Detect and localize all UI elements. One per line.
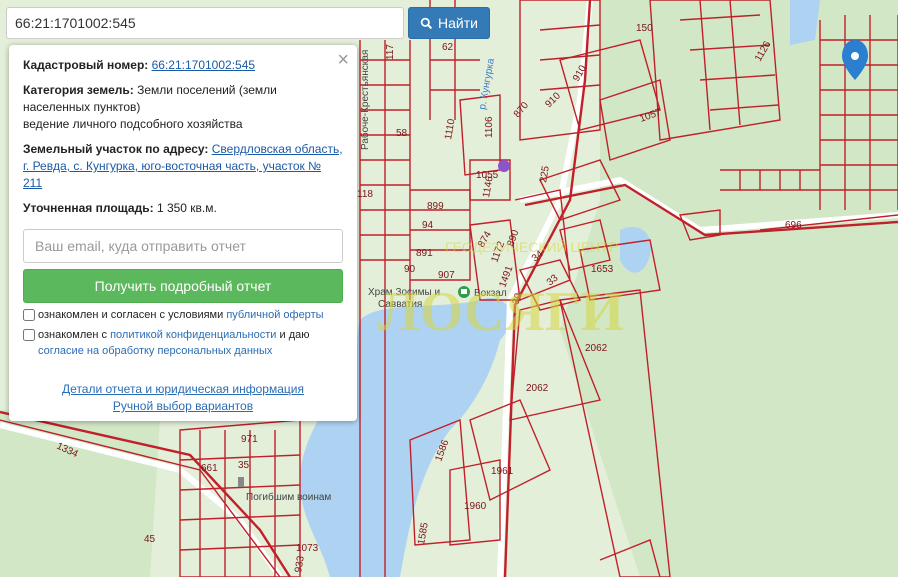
panel-bottom-links: Детали отчета и юридическая информация Р… [23, 381, 343, 415]
svg-text:907: 907 [438, 270, 455, 281]
parcel-info-panel: × Кадастровый номер: 66:21:1701002:545 К… [9, 45, 357, 421]
land-category-row: Категория земель: Земли поселений (земли… [23, 82, 343, 133]
consent-privacy-mid: и даю [279, 329, 310, 341]
svg-text:58: 58 [396, 128, 408, 139]
svg-text:971: 971 [241, 434, 258, 445]
search-icon [420, 17, 433, 29]
bus-icon [458, 286, 470, 298]
svg-text:1106: 1106 [484, 116, 495, 138]
svg-text:696: 696 [785, 220, 802, 231]
consent-privacy-checkbox[interactable] [23, 329, 35, 341]
privacy-policy-link[interactable]: политикой конфиденциальности [110, 329, 276, 341]
svg-text:62: 62 [442, 42, 454, 53]
svg-text:1073: 1073 [296, 543, 319, 554]
svg-text:94: 94 [422, 220, 434, 231]
svg-text:Погибшим воинам: Погибшим воинам [246, 491, 331, 503]
close-icon[interactable]: × [337, 50, 349, 70]
consent-offer-row: ознакомлен и согласен с условиями публич… [23, 307, 343, 323]
svg-text:150: 150 [636, 23, 653, 34]
consent-offer-checkbox[interactable] [23, 309, 35, 321]
svg-text:1961: 1961 [491, 466, 514, 477]
report-details-link[interactable]: Детали отчета и юридическая информация [23, 381, 343, 398]
svg-text:661: 661 [201, 463, 218, 474]
data-processing-link[interactable]: согласие на обработку персональных данны… [38, 345, 272, 357]
svg-text:35: 35 [238, 460, 250, 471]
svg-text:899: 899 [427, 201, 444, 212]
svg-text:2062: 2062 [526, 383, 549, 394]
consent-privacy-row: ознакомлен с политикой конфиденциальност… [23, 327, 343, 359]
land-usage-value: ведение личного подсобного хозяйства [23, 117, 243, 131]
svg-text:ГЕОДЕЗИЧЕСКИЙ ЦЕНТР: ГЕОДЕЗИЧЕСКИЙ ЦЕНТР [445, 238, 618, 255]
get-report-button[interactable]: Получить подробный отчет [23, 269, 343, 303]
svg-text:Рабоче-Крестьянская: Рабоче-Крестьянская [359, 50, 371, 150]
cadastral-label: Кадастровый номер: [23, 58, 149, 72]
svg-text:2062: 2062 [585, 343, 608, 354]
consent-offer-text: ознакомлен и согласен с условиями [38, 309, 224, 321]
svg-text:1960: 1960 [464, 501, 487, 512]
address-label: Земельный участок по адресу: [23, 142, 209, 156]
search-button-label: Найти [438, 15, 478, 31]
email-field[interactable] [23, 229, 343, 263]
svg-text:45: 45 [144, 534, 156, 545]
cadastral-number-row: Кадастровый номер: 66:21:1701002:545 [23, 57, 343, 74]
land-category-label: Категория земель: [23, 83, 134, 97]
svg-text:1653: 1653 [591, 264, 614, 275]
svg-text:90: 90 [404, 264, 416, 275]
manual-selection-link[interactable]: Ручной выбор вариантов [23, 398, 343, 415]
area-value: 1 350 кв.м. [156, 201, 217, 215]
search-input[interactable] [6, 7, 404, 39]
consent-privacy-text: ознакомлен с [38, 329, 108, 341]
svg-text:117: 117 [385, 44, 396, 60]
area-row: Уточненная площадь: 1 350 кв.м. [23, 200, 343, 217]
area-label: Уточненная площадь: [23, 201, 154, 215]
search-button[interactable]: Найти [408, 7, 490, 39]
monument-icon [238, 477, 244, 487]
cadastral-number-link[interactable]: 66:21:1701002:545 [152, 58, 255, 72]
address-row: Земельный участок по адресу: Свердловска… [23, 141, 343, 192]
svg-text:118: 118 [357, 189, 373, 200]
public-offer-link[interactable]: публичной оферты [226, 309, 323, 321]
svg-text:ЛОСЯГИ: ЛОСЯГИ [378, 281, 624, 343]
svg-text:891: 891 [416, 248, 433, 259]
church-icon [498, 160, 510, 172]
